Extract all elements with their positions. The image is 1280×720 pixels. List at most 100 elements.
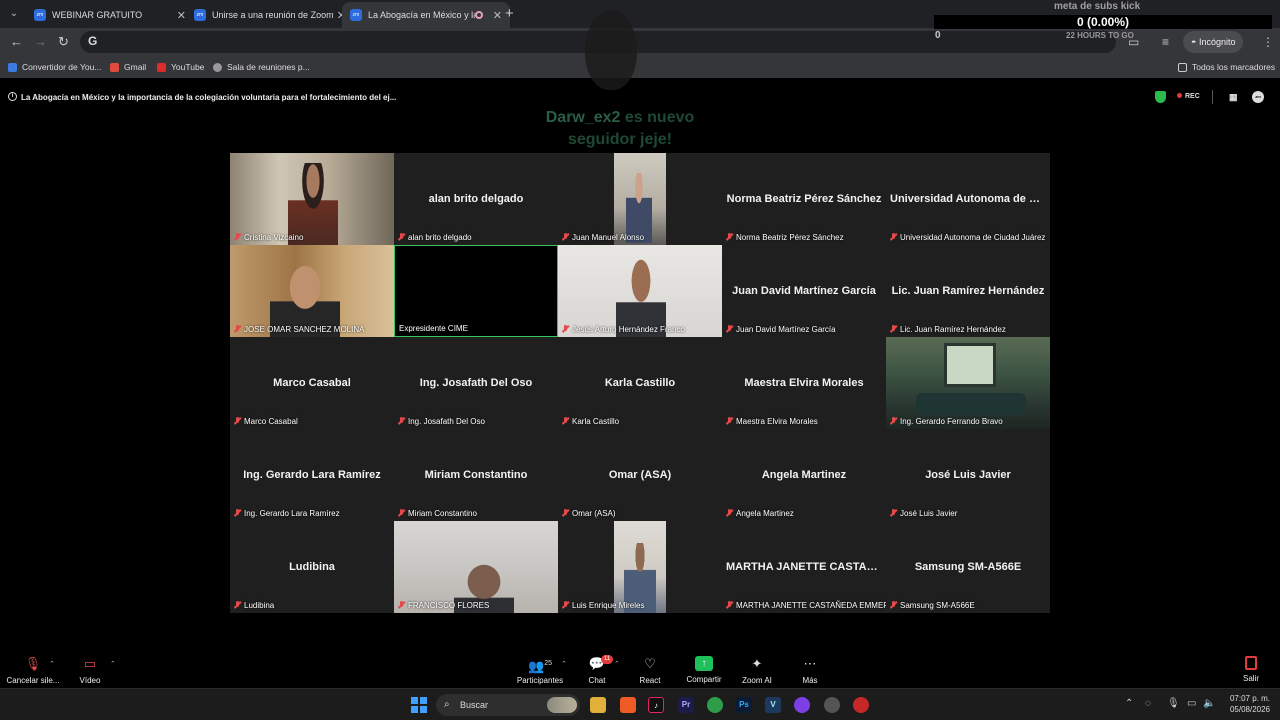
brave-browser-icon[interactable] bbox=[620, 697, 636, 713]
video-options-chevron-icon[interactable]: ⌃ bbox=[110, 660, 116, 668]
audio-options-chevron-icon[interactable]: ⌃ bbox=[49, 660, 55, 668]
muted-microphone-icon bbox=[726, 325, 733, 333]
participant-tile[interactable]: Expresidente CIME bbox=[394, 245, 558, 337]
premiere-pro-icon[interactable]: Pr bbox=[678, 697, 694, 713]
participant-name: Maestra Elvira Morales bbox=[736, 417, 818, 426]
bookmark-sala-reuniones[interactable]: Sala de reuniones p... bbox=[213, 62, 310, 72]
windows-start-icon[interactable] bbox=[411, 697, 427, 713]
muted-microphone-icon bbox=[234, 325, 241, 333]
leave-meeting-button[interactable]: Salir bbox=[1243, 656, 1259, 683]
muted-microphone-icon bbox=[726, 417, 733, 425]
forward-icon[interactable]: → bbox=[34, 34, 47, 49]
participant-tile[interactable]: Omar (ASA) Omar (ASA) bbox=[558, 429, 722, 521]
photoshop-icon[interactable]: Ps bbox=[736, 697, 752, 713]
tiktok-icon[interactable]: ♪ bbox=[648, 697, 664, 713]
tray-app-icon[interactable]: ◌ bbox=[1145, 698, 1151, 709]
muted-microphone-icon bbox=[234, 601, 241, 609]
taskbar-clock[interactable]: 07:07 p. m. 05/08/2026 bbox=[1224, 693, 1270, 715]
participant-name-label: Norma Beatriz Pérez Sánchez bbox=[726, 233, 844, 242]
tab-title: Unirse a una reunión de Zoom bbox=[212, 10, 333, 20]
back-icon[interactable]: ← bbox=[10, 34, 23, 49]
participant-tile[interactable]: Cristina Vizcaino bbox=[230, 153, 394, 245]
muted-microphone-icon bbox=[398, 509, 405, 517]
participant-video bbox=[614, 153, 666, 245]
view-grid-icon[interactable]: ▦ bbox=[1229, 92, 1238, 103]
heart-icon: ♡ bbox=[644, 656, 656, 671]
zoom-ai-button[interactable]: ✦ Zoom AI bbox=[740, 656, 774, 685]
subs-goal-title: meta de subs kick bbox=[1054, 1, 1141, 12]
react-button[interactable]: ♡ React bbox=[636, 656, 664, 685]
network-icon[interactable]: ▭ bbox=[1187, 698, 1196, 709]
file-explorer-icon[interactable] bbox=[590, 697, 606, 713]
participant-tile[interactable]: Ing. Josafath Del Oso Ing. Josafath Del O… bbox=[394, 337, 558, 429]
recording-status[interactable]: REC bbox=[1177, 93, 1200, 100]
participant-tile[interactable]: Ludibina Ludibina bbox=[230, 521, 394, 613]
participant-tile[interactable]: Lic. Juan Ramírez Hernández Lic. Juan Ram… bbox=[886, 245, 1050, 337]
participant-tile[interactable]: Ing. Gerardo Lara Ramírez Ing. Gerardo La… bbox=[230, 429, 394, 521]
close-tab-icon[interactable]: ✕ bbox=[177, 9, 186, 22]
zoom-logo-icon[interactable]: zm bbox=[1252, 91, 1264, 103]
tab-join-zoom[interactable]: zm Unirse a una reunión de Zoom ✕ bbox=[186, 2, 354, 28]
tab-abogacia[interactable]: zm La Abogacía en México y la ✕ bbox=[342, 2, 510, 28]
participant-tile[interactable]: Miriam Constantino Miriam Constantino bbox=[394, 429, 558, 521]
app-with-notification-icon[interactable] bbox=[824, 697, 840, 713]
video-button[interactable]: ▭ Vídeo bbox=[74, 656, 106, 685]
new-tab-icon[interactable]: + bbox=[505, 5, 514, 22]
info-icon[interactable]: i bbox=[8, 92, 17, 101]
globe-icon bbox=[213, 62, 222, 72]
media-controls-icon[interactable]: ≡ bbox=[1162, 35, 1169, 49]
vegas-icon[interactable]: V bbox=[765, 697, 781, 713]
participant-tile[interactable]: Karla Castillo Karla Castillo bbox=[558, 337, 722, 429]
recording-app-icon[interactable] bbox=[853, 697, 869, 713]
more-button[interactable]: ⋯ Más bbox=[798, 656, 822, 685]
participant-tile[interactable]: Norma Beatriz Pérez Sánchez Norma Beatriz… bbox=[722, 153, 886, 245]
participant-name: Samsung SM-A566E bbox=[900, 601, 975, 610]
participant-tile[interactable]: alan brito delgado alan brito delgado bbox=[394, 153, 558, 245]
avocado-mascot-graphic bbox=[585, 10, 637, 90]
participant-display-name: Angela Martinez bbox=[761, 469, 847, 481]
chat-unread-badge: 11 bbox=[601, 655, 614, 664]
participant-tile[interactable]: Angela Martinez Angela Martinez bbox=[722, 429, 886, 521]
tab-webinar[interactable]: zm WEBINAR GRATUITO ✕ bbox=[26, 2, 194, 28]
participant-tile[interactable]: Samsung SM-A566E Samsung SM-A566E bbox=[886, 521, 1050, 613]
tray-microphone-icon[interactable]: 🎙 bbox=[1167, 698, 1180, 709]
chat-options-chevron-icon[interactable]: ⌃ bbox=[614, 660, 620, 668]
participant-tile[interactable]: JOSE OMAR SANCHEZ MOLINA bbox=[230, 245, 394, 337]
participant-tile[interactable]: Universidad Autonoma de C... Universidad … bbox=[886, 153, 1050, 245]
participant-tile[interactable]: Jesús Arturo Hernández Franco bbox=[558, 245, 722, 337]
video-label: Vídeo bbox=[79, 676, 101, 685]
participant-tile[interactable]: Juan Manuel Alonso bbox=[558, 153, 722, 245]
tray-chevron-icon[interactable]: ⌃ bbox=[1125, 698, 1133, 709]
tab-search-icon[interactable]: ⌄ bbox=[6, 6, 22, 22]
participant-tile[interactable]: Juan David Martínez García Juan David Mar… bbox=[722, 245, 886, 337]
chrome-icon[interactable] bbox=[707, 697, 723, 713]
bookmark-youtube[interactable]: YouTube bbox=[157, 62, 204, 72]
incognito-indicator[interactable]: ◓ Incógnito bbox=[1183, 31, 1244, 53]
browser-menu-icon[interactable]: ⋮ bbox=[1262, 35, 1274, 49]
muted-microphone-icon bbox=[398, 601, 405, 609]
bookmark-convertidor[interactable]: Convertidor de You... bbox=[8, 62, 101, 72]
participant-tile[interactable]: Maestra Elvira Morales Maestra Elvira Mor… bbox=[722, 337, 886, 429]
participant-tile[interactable]: Luis Enrique Mireles bbox=[558, 521, 722, 613]
participant-name-label: José Luis Javier bbox=[890, 509, 957, 518]
all-bookmarks-button[interactable]: Todos los marcadores bbox=[1178, 62, 1275, 72]
participant-tile[interactable]: Marco Casabal Marco Casabal bbox=[230, 337, 394, 429]
participant-video bbox=[614, 521, 666, 613]
participant-tile[interactable]: Ing. Gerardo Ferrando Bravo bbox=[886, 337, 1050, 429]
encryption-shield-icon[interactable] bbox=[1155, 91, 1166, 103]
participants-button[interactable]: 👥25 Participantes bbox=[514, 656, 566, 685]
youtube-icon bbox=[157, 62, 166, 72]
obs-icon[interactable] bbox=[794, 697, 810, 713]
taskbar-search-box[interactable]: ⌕ Buscar bbox=[436, 694, 580, 716]
participant-name: Karla Castillo bbox=[572, 417, 620, 426]
participant-tile[interactable]: José Luis Javier José Luis Javier bbox=[886, 429, 1050, 521]
participant-tile[interactable]: FRANCISCO FLORES bbox=[394, 521, 558, 613]
participant-tile[interactable]: MARTHA JANETTE CASTAÑ... MARTHA JANETTE C… bbox=[722, 521, 886, 613]
reload-icon[interactable]: ↻ bbox=[58, 34, 69, 50]
participant-name: Omar (ASA) bbox=[572, 509, 616, 518]
bookmark-gmail[interactable]: Gmail bbox=[110, 62, 146, 72]
share-screen-button[interactable]: ↑ Compartir bbox=[684, 656, 724, 684]
close-tab-icon[interactable]: ✕ bbox=[493, 9, 502, 22]
participants-options-chevron-icon[interactable]: ⌃ bbox=[561, 660, 567, 668]
volume-icon[interactable]: 🔈 bbox=[1203, 698, 1215, 709]
